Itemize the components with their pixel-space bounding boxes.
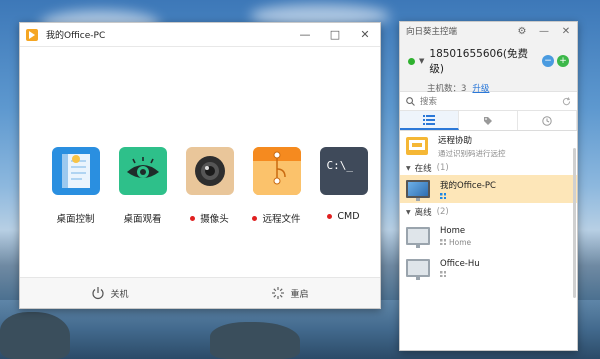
tool-list: 桌面控制 桌面观看 摄像头 远程文件 C:\_ CMD: [42, 147, 377, 225]
panel-minimize-button[interactable]: —: [533, 26, 555, 37]
controller-panel: 向日葵主控端 ⚙ — ✕ ▼ 18501655606(免费级) − + 主机数：…: [399, 21, 578, 351]
group-offline[interactable]: ▼ 离线 (2): [400, 205, 577, 219]
camera-icon: [185, 147, 234, 195]
tag-icon: [484, 116, 492, 125]
power-icon: [92, 287, 105, 300]
folder-icon: [252, 147, 301, 195]
account-phone: 18501655606(免费级): [429, 48, 528, 75]
assist-name: 远程协助: [438, 135, 473, 146]
tab-device-list[interactable]: [400, 111, 459, 130]
restart-icon: [272, 287, 285, 299]
remote-assist-item[interactable]: 远程协助 通过识别码进行远控: [400, 131, 577, 161]
windows-icon: [440, 193, 446, 199]
eye-icon: [118, 147, 167, 195]
tool-remote-files[interactable]: 远程文件: [243, 147, 310, 225]
group-label: 在线: [414, 164, 432, 174]
device-sub: Home: [449, 237, 472, 247]
group-label: 离线: [414, 208, 432, 218]
search-bar[interactable]: 搜索: [400, 92, 577, 111]
collapse-triangle-icon: ▼: [406, 164, 411, 172]
window-title: 我的Office-PC: [46, 31, 106, 41]
tool-desktop-view[interactable]: 桌面观看: [109, 147, 176, 225]
windows-icon: [440, 271, 446, 277]
device-item[interactable]: 我的Office-PC: [400, 175, 577, 203]
refresh-icon[interactable]: [562, 96, 571, 106]
search-input[interactable]: 搜索: [420, 95, 562, 107]
online-status-icon: [408, 57, 415, 65]
search-icon: [406, 96, 415, 106]
window-titlebar[interactable]: 我的Office-PC — □ ✕: [20, 23, 380, 47]
device-item[interactable]: Home Home: [400, 222, 577, 250]
panel-tabs: [400, 111, 577, 131]
scrollbar[interactable]: [573, 148, 576, 298]
status-dot: [190, 215, 196, 221]
device-name: Office-Hu: [440, 259, 480, 269]
monitor-icon: [406, 180, 430, 201]
shutdown-label: 关机: [110, 289, 129, 300]
minimize-button[interactable]: —: [290, 23, 320, 47]
remote-assist-icon: [406, 137, 428, 155]
monitor-icon: [406, 227, 430, 248]
windows-icon: [440, 239, 446, 245]
status-dot: [252, 215, 258, 221]
device-name: Home: [440, 225, 466, 236]
device-list: 远程协助 通过识别码进行远控 ▼ 在线 (1) 我的Office-PC ▼ 离线…: [400, 131, 577, 282]
remove-device-icon[interactable]: −: [542, 55, 554, 67]
list-icon: [423, 114, 435, 125]
tool-label: 摄像头: [190, 211, 229, 225]
clock-icon: [542, 115, 552, 126]
desktop-rock: [0, 312, 70, 359]
monitor-icon: [406, 259, 430, 280]
settings-gear-icon[interactable]: ⚙: [511, 26, 533, 37]
tool-label: CMD: [327, 211, 360, 222]
tool-label: 桌面观看: [123, 214, 162, 225]
group-online[interactable]: ▼ 在线 (1): [400, 161, 577, 175]
terminal-prompt-text: C:\_: [326, 159, 354, 172]
window-footer: 关机 重启: [20, 277, 380, 308]
account-section: ▼ 18501655606(免费级) − + 主机数：3 升级: [400, 40, 577, 94]
tab-history[interactable]: [518, 111, 577, 130]
upgrade-link[interactable]: 升级: [472, 84, 489, 94]
restart-button[interactable]: 重启: [200, 278, 380, 308]
tab-tags[interactable]: [459, 111, 518, 130]
panel-close-button[interactable]: ✕: [555, 26, 577, 37]
desktop-control-icon: [51, 147, 100, 195]
tool-cmd[interactable]: C:\_ CMD: [310, 147, 377, 225]
terminal-icon: C:\_: [319, 147, 368, 195]
tool-desktop-control[interactable]: 桌面控制: [42, 147, 109, 225]
device-window: 我的Office-PC — □ ✕ 桌面控制 桌面观看 摄像头 远程文件 C:\…: [19, 22, 381, 309]
desktop-rock: [210, 322, 300, 359]
assist-description: 通过识别码进行远控: [438, 148, 506, 158]
window-body: 桌面控制 桌面观看 摄像头 远程文件 C:\_ CMD: [20, 47, 380, 279]
device-name: 我的Office-PC: [440, 181, 496, 191]
add-device-icon[interactable]: +: [557, 55, 569, 67]
group-count: (2): [436, 207, 449, 217]
tool-label: 远程文件: [252, 211, 301, 225]
tool-label: 桌面控制: [56, 214, 95, 225]
close-button[interactable]: ✕: [350, 23, 380, 47]
collapse-triangle-icon: ▼: [406, 208, 411, 216]
tool-camera[interactable]: 摄像头: [176, 147, 243, 225]
restart-label: 重启: [290, 289, 309, 300]
shutdown-button[interactable]: 关机: [20, 278, 200, 308]
chevron-down-icon[interactable]: ▼: [419, 57, 424, 65]
host-count: 主机数：3: [427, 84, 467, 94]
maximize-button[interactable]: □: [320, 23, 350, 47]
panel-title: 向日葵主控端: [406, 27, 458, 37]
device-item[interactable]: Office-Hu: [400, 254, 577, 282]
sunlogin-logo-icon: [26, 28, 38, 41]
panel-titlebar[interactable]: 向日葵主控端 ⚙ — ✕: [400, 22, 577, 40]
status-dot: [327, 214, 333, 219]
group-count: (1): [436, 163, 449, 173]
